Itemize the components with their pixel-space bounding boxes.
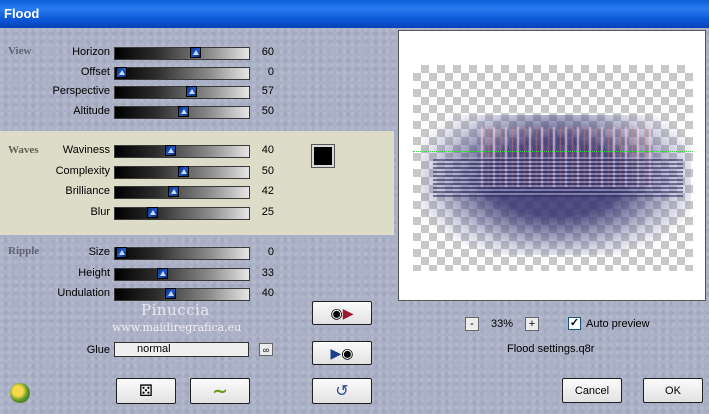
zoom-out-button[interactable]: -: [465, 317, 479, 331]
slider-thumb[interactable]: [157, 268, 168, 279]
disc-play-icon: ◉▶: [330, 304, 354, 321]
slider-value: 33: [261, 267, 274, 279]
slider-label: Altitude: [73, 105, 110, 117]
app-logo-icon: [10, 383, 30, 403]
wave-icon: ∼: [212, 380, 228, 401]
save-preset-button[interactable]: ▶◉: [312, 341, 372, 365]
horizon-slider[interactable]: [114, 47, 250, 60]
cancel-button[interactable]: Cancel: [562, 378, 622, 403]
slider-label: Perspective: [52, 85, 110, 97]
play-disc-icon: ▶◉: [330, 344, 354, 361]
preview-checkerboard: [413, 65, 693, 271]
slider-label: Complexity: [55, 165, 110, 177]
size-slider[interactable]: [114, 247, 250, 260]
slider-label: Waviness: [62, 144, 110, 156]
dice-icon: ⚄: [139, 383, 153, 400]
auto-preview-label: Auto preview: [586, 318, 650, 330]
zoom-in-button[interactable]: +: [525, 317, 539, 331]
perspective-slider[interactable]: [114, 86, 250, 99]
slider-thumb[interactable]: [147, 207, 158, 218]
title-bar: Flood: [0, 0, 709, 28]
random-button[interactable]: ⚄: [116, 378, 176, 404]
auto-preview-checkbox[interactable]: ✓: [568, 317, 581, 330]
slider-label: Offset: [80, 66, 110, 78]
preview-water: [433, 157, 683, 197]
cancel-label: Cancel: [574, 384, 610, 397]
slider-label: Undulation: [57, 287, 110, 299]
slider-thumb[interactable]: [178, 166, 189, 177]
watermark-url: www.maidiregrafica.eu: [112, 321, 242, 334]
undulation-slider[interactable]: [114, 288, 250, 301]
slider-value: 60: [261, 46, 274, 58]
slider-label: Size: [88, 246, 110, 258]
zoom-value: 33%: [491, 318, 514, 330]
offset-slider[interactable]: [114, 67, 250, 80]
slider-thumb[interactable]: [165, 145, 176, 156]
ok-label: OK: [665, 384, 681, 397]
complexity-slider[interactable]: [114, 166, 250, 179]
slider-label: Height: [78, 267, 110, 279]
slider-thumb[interactable]: [116, 247, 127, 258]
slider-value: 40: [261, 287, 274, 299]
preview-pane[interactable]: [398, 30, 706, 301]
blur-slider[interactable]: [114, 207, 250, 220]
slider-thumb[interactable]: [165, 288, 176, 299]
dialog-panel: View Waves Ripple Horizon 60 Offset 0 Pe…: [0, 28, 709, 414]
height-slider[interactable]: [114, 268, 250, 281]
watermark-name: Pinuccia: [141, 301, 210, 319]
wave-button[interactable]: ∼: [190, 378, 250, 404]
slider-label: Brilliance: [65, 185, 110, 197]
slider-value: 0: [267, 246, 274, 258]
slider-thumb[interactable]: [190, 47, 201, 58]
slider-thumb[interactable]: [186, 86, 197, 97]
chain-icon: ∞: [262, 345, 270, 355]
ok-button[interactable]: OK: [643, 378, 703, 403]
slider-label: Blur: [90, 206, 110, 218]
glue-link-button[interactable]: ∞: [259, 343, 273, 356]
slider-value: 57: [261, 85, 274, 97]
slider-value: 42: [261, 185, 274, 197]
glue-label: Glue: [86, 344, 110, 356]
slider-value: 50: [261, 105, 274, 117]
load-preset-button[interactable]: ◉▶: [312, 301, 372, 325]
slider-value: 25: [261, 206, 274, 218]
slider-value: 40: [261, 144, 274, 156]
glue-select[interactable]: normal: [114, 342, 249, 357]
slider-label: Horizon: [72, 46, 110, 58]
slider-thumb[interactable]: [178, 106, 189, 117]
settings-filename: Flood settings.q8r: [507, 343, 595, 355]
horizon-line: [413, 151, 693, 152]
reset-button[interactable]: ↺: [312, 378, 372, 404]
window-title: Flood: [4, 6, 40, 21]
waviness-slider[interactable]: [114, 145, 250, 158]
brilliance-slider[interactable]: [114, 186, 250, 199]
slider-value: 0: [267, 66, 274, 78]
undo-arrow-icon: ↺: [335, 383, 349, 400]
wave-color-swatch[interactable]: [312, 145, 334, 167]
slider-thumb[interactable]: [168, 186, 179, 197]
slider-thumb[interactable]: [116, 67, 127, 78]
altitude-slider[interactable]: [114, 106, 250, 119]
slider-value: 50: [261, 165, 274, 177]
